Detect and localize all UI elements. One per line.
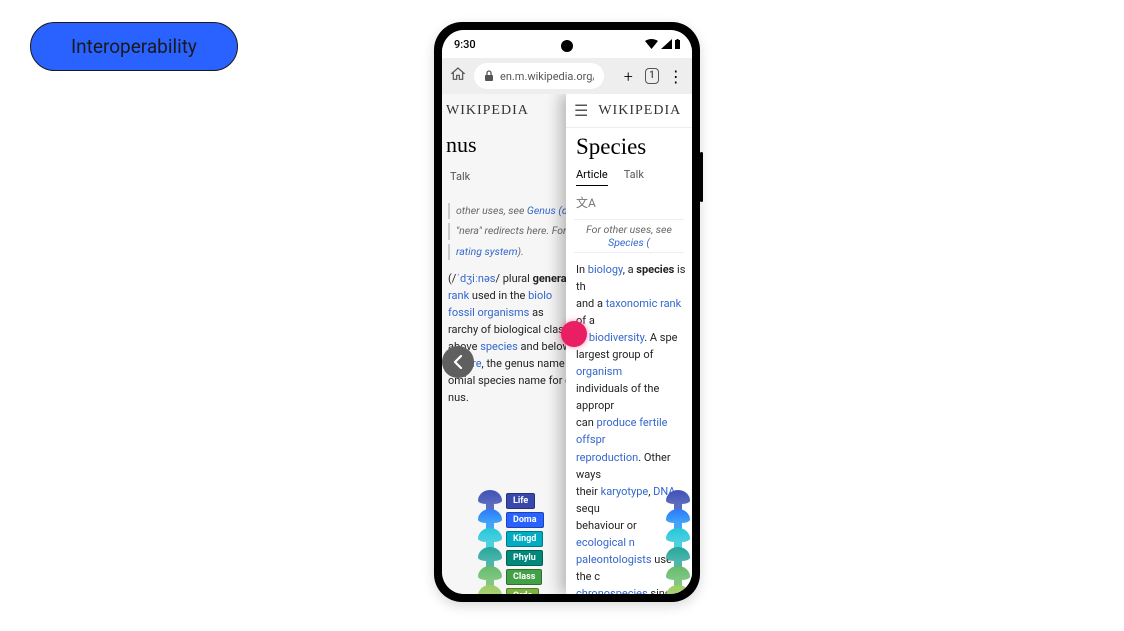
back-gesture-chevron-icon xyxy=(442,346,474,378)
wikipedia-brand: WIKIPEDIA xyxy=(598,103,681,119)
home-icon[interactable] xyxy=(450,66,466,86)
cell-signal-icon xyxy=(661,39,672,49)
incoming-page-species: ☰ WIKIPEDIA Species Article Talk 文A For … xyxy=(566,94,692,594)
browser-toolbar: en.m.wikipedia.org/wiki. + 1 ⋮ xyxy=(442,58,692,94)
phone-screen: 9:30 en.m.wikipedia.org/wiki. + 1 ⋮ xyxy=(442,30,692,594)
ipa-link[interactable]: ˈdʒiːnəs xyxy=(456,272,495,285)
hamburger-menu-icon[interactable]: ☰ xyxy=(574,101,588,120)
phone-side-button xyxy=(700,152,703,202)
taxonomy-hierarchy-diagram: LifeDomaKingdPhyluClassOrde xyxy=(666,490,692,594)
taxonomic-rank-link[interactable]: taxonomic rank xyxy=(606,297,682,310)
biodiversity-link[interactable]: biodiversity xyxy=(589,331,644,344)
url-bar[interactable]: en.m.wikipedia.org/wiki. xyxy=(474,63,604,89)
status-icons xyxy=(645,39,680,49)
species-link[interactable]: species xyxy=(480,340,518,353)
biology-link[interactable]: biology xyxy=(588,263,623,276)
biology-link[interactable]: biolo xyxy=(528,289,552,302)
article-tabs: Article Talk xyxy=(566,168,692,186)
hatnote: For other uses, see Species ( xyxy=(574,219,684,253)
tab-article[interactable]: Article xyxy=(576,168,608,186)
phone-device-frame: 9:30 en.m.wikipedia.org/wiki. + 1 ⋮ xyxy=(434,22,700,602)
url-text: en.m.wikipedia.org/wiki. xyxy=(500,70,594,83)
hierarchy-label: Class xyxy=(506,569,542,585)
browser-viewport: WIKIPEDIA nus Talk other uses, see Genus… xyxy=(442,94,692,594)
redirect-link[interactable]: rating system xyxy=(456,245,518,258)
hierarchy-label: Orde xyxy=(506,588,539,594)
tab-talk[interactable]: Talk xyxy=(450,170,470,183)
translate-icon[interactable]: 文A xyxy=(566,186,692,215)
front-camera-punch-hole xyxy=(561,40,573,52)
taxonomy-hierarchy-diagram: Life Doma Kingd Phylu Class Orde xyxy=(478,490,544,594)
status-time: 9:30 xyxy=(454,38,476,51)
slide-topic-pill: Interoperability xyxy=(30,22,238,71)
tab-switcher[interactable]: 1 xyxy=(645,68,660,84)
karyotype-link[interactable]: karyotype xyxy=(601,485,649,498)
lock-icon xyxy=(484,70,494,82)
rank-link[interactable]: rank xyxy=(448,289,469,302)
hierarchy-label: Kingd xyxy=(506,531,543,547)
tab-talk[interactable]: Talk xyxy=(624,168,644,186)
reproduction-link[interactable]: reproduction xyxy=(576,451,638,464)
battery-icon xyxy=(675,39,680,49)
hatnote-link[interactable]: Species ( xyxy=(608,236,650,249)
new-tab-plus-icon[interactable]: + xyxy=(620,67,637,86)
hierarchy-label: Life xyxy=(506,493,535,509)
fossil-link[interactable]: fossil organisms xyxy=(448,306,529,319)
ecological-niche-link[interactable]: ecological n xyxy=(576,536,635,549)
hierarchy-row: Orde xyxy=(666,585,692,594)
overflow-menu-icon[interactable]: ⋮ xyxy=(667,67,684,86)
page-title: Species xyxy=(566,128,692,160)
swipe-touch-indicator xyxy=(561,321,587,347)
hierarchy-row: Orde xyxy=(478,585,544,594)
hierarchy-label: Doma xyxy=(506,512,544,528)
paleontologists-link[interactable]: paleontologists xyxy=(576,553,652,566)
organism-link[interactable]: organism xyxy=(576,365,622,378)
wifi-icon xyxy=(645,39,658,49)
chronospecies-link[interactable]: chronospecies xyxy=(576,587,648,594)
hierarchy-label: Phylu xyxy=(506,550,543,566)
